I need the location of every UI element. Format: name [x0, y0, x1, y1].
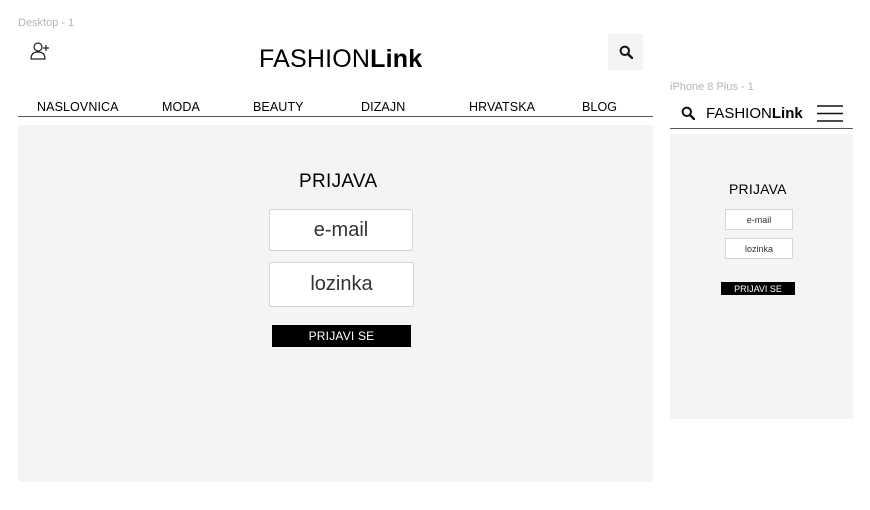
mobile-password-field[interactable]: lozinka — [725, 238, 793, 259]
mobile-site-logo[interactable]: FASHIONLink — [706, 105, 803, 122]
password-field[interactable]: lozinka — [269, 262, 414, 307]
hamburger-menu-icon[interactable] — [817, 105, 844, 122]
desktop-frame-label: Desktop - 1 — [18, 17, 75, 29]
nav-item-dizajn[interactable]: DIZAJN — [361, 100, 405, 114]
logo-light-text: FASHION — [259, 45, 371, 73]
logo-bold-text: Link — [771, 105, 803, 122]
logo-light-text: FASHION — [706, 105, 772, 122]
mobile-login-title: PRIJAVA — [729, 181, 787, 197]
mobile-email-placeholder: e-mail — [746, 214, 772, 225]
add-user-icon[interactable] — [29, 40, 51, 62]
nav-item-naslovnica[interactable]: NASLOVNICA — [37, 100, 119, 114]
logo-bold-text: Link — [370, 45, 423, 73]
search-button[interactable] — [608, 34, 643, 70]
nav-divider — [18, 116, 653, 117]
search-icon[interactable] — [681, 106, 696, 121]
login-title: PRIJAVA — [299, 171, 378, 192]
mobile-login-submit-button[interactable]: PRIJAVI SE — [721, 282, 795, 295]
nav-item-hrvatska[interactable]: HRVATSKA — [469, 100, 535, 114]
mobile-login-panel — [670, 134, 853, 419]
mobile-email-field[interactable]: e-mail — [725, 209, 793, 230]
search-icon — [619, 45, 633, 59]
email-field[interactable]: e-mail — [269, 209, 413, 251]
email-placeholder: e-mail — [313, 218, 369, 241]
mobile-header-divider — [670, 128, 853, 129]
mobile-password-placeholder: lozinka — [744, 243, 773, 254]
nav-item-blog[interactable]: BLOG — [582, 100, 617, 114]
nav-item-beauty[interactable]: BEAUTY — [253, 100, 304, 114]
password-placeholder: lozinka — [310, 273, 373, 295]
nav-item-moda[interactable]: MODA — [162, 100, 200, 114]
site-logo[interactable]: FASHIONLink — [259, 45, 422, 74]
login-submit-button[interactable]: PRIJAVI SE — [272, 325, 411, 347]
mobile-frame-label: iPhone 8 Plus - 1 — [670, 81, 754, 93]
